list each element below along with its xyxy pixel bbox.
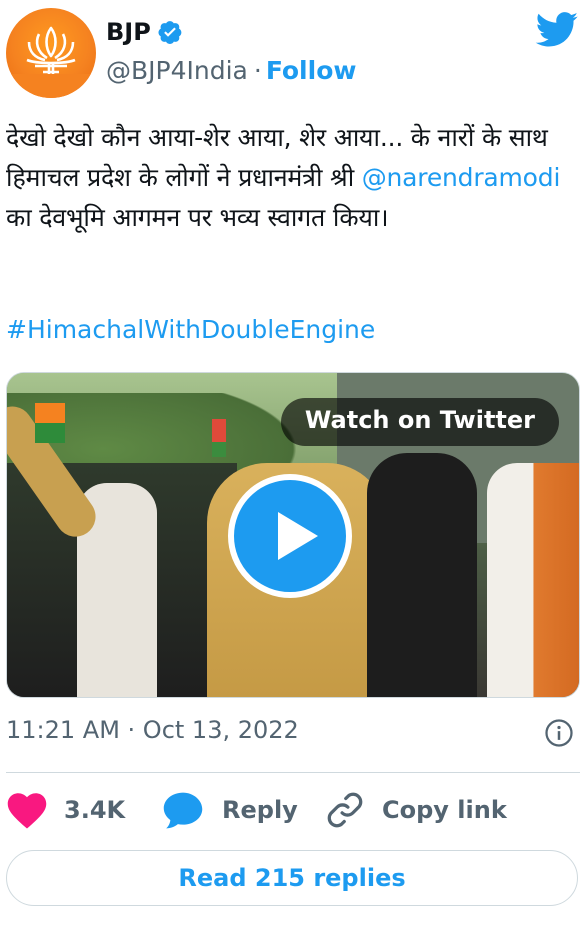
copy-link-button[interactable]: Copy link [322,786,507,834]
account-handle[interactable]: @BJP4India [106,56,248,85]
like-count: 3.4K [64,796,126,824]
verified-badge-icon [158,21,182,45]
play-icon [278,512,318,560]
tweet-text-part2: का देवभूमि आगमन पर भव्य स्वागत किया। [6,203,389,232]
scene-guard [367,453,477,697]
copy-link-label: Copy link [382,796,507,824]
reply-bubble-icon [163,792,203,829]
info-icon[interactable] [544,718,574,748]
tweet-text: देखो देखो कौन आया-शेर आया, शेर आया... के… [6,118,578,238]
heart-icon [7,793,47,829]
reply-button[interactable]: Reply [160,786,298,834]
avatar-band [6,74,96,98]
divider [6,772,580,773]
link-icon [327,792,363,828]
follow-button[interactable]: Follow [266,56,357,85]
separator-dot: · [253,56,262,85]
scene-person-right [487,463,579,697]
video-thumbnail[interactable]: Watch on Twitter [6,372,580,698]
account-name[interactable]: BJP [106,18,151,46]
like-button[interactable]: 3.4K [6,786,125,834]
watch-on-twitter-button[interactable]: Watch on Twitter [280,398,559,446]
account-name-row[interactable]: BJP [106,18,183,46]
mention-link[interactable]: @narendramodi [362,163,561,192]
reply-label: Reply [222,796,298,824]
hashtag-link[interactable]: #HimachalWithDoubleEngine [6,315,375,344]
hashtag-line: #HimachalWithDoubleEngine [6,310,375,350]
avatar[interactable] [6,8,96,98]
read-replies-button[interactable]: Read 215 replies [6,850,578,906]
handle-row: @BJP4India · Follow [106,56,356,85]
scene-flag-mid [212,419,226,457]
play-button[interactable] [228,474,352,598]
tweet-timestamp[interactable]: 11:21 AM · Oct 13, 2022 [6,716,299,744]
twitter-bird-icon[interactable] [535,12,579,48]
scene-flag-left [35,403,65,443]
